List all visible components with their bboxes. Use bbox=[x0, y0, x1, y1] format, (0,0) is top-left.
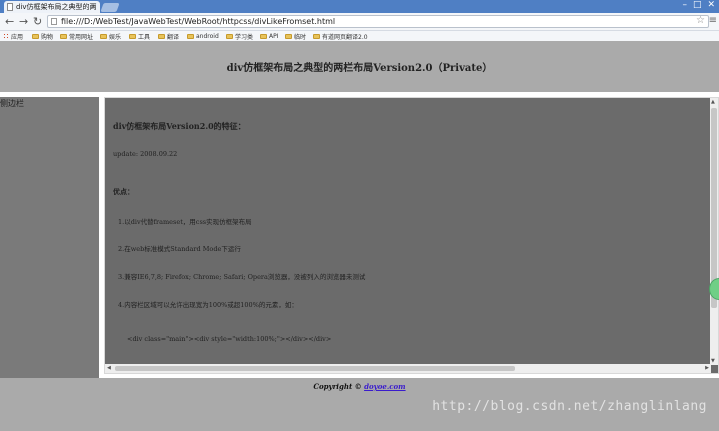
bookmark-label: 应用 bbox=[11, 33, 24, 41]
bookmark-folder[interactable]: 常用网址 bbox=[60, 32, 94, 41]
folder-icon bbox=[158, 33, 165, 39]
bookmark-folder[interactable]: 娱乐 bbox=[100, 32, 122, 41]
page-icon bbox=[51, 18, 57, 25]
list-item: 3.兼容IE6,7,8; Firefox; Chrome; Safari; Op… bbox=[118, 273, 366, 281]
folder-icon bbox=[100, 33, 107, 39]
minimize-icon[interactable]: – bbox=[682, 0, 687, 10]
window-controls: – □ ✕ bbox=[682, 0, 715, 10]
code-sample: <div class="main"><div style="width:100%… bbox=[127, 335, 332, 343]
bookmark-label: android bbox=[196, 32, 219, 40]
folder-icon bbox=[313, 33, 320, 39]
scroll-down-icon[interactable]: ▼ bbox=[711, 358, 715, 364]
scroll-left-icon[interactable]: ◀ bbox=[107, 365, 111, 371]
pros-label: 优点： bbox=[113, 187, 134, 196]
page-footer: Copyright © doyoe.com http://blog.csdn.n… bbox=[0, 378, 719, 431]
folder-icon bbox=[129, 33, 136, 39]
vertical-scrollbar[interactable]: ▲ ▼ bbox=[710, 98, 718, 365]
page-icon bbox=[7, 3, 13, 11]
horizontal-scrollbar[interactable]: ◀ ▶ bbox=[105, 364, 711, 373]
bookmark-folder[interactable]: API bbox=[260, 32, 279, 40]
scroll-up-icon[interactable]: ▲ bbox=[711, 99, 715, 105]
folder-icon bbox=[260, 33, 267, 39]
reload-icon[interactable]: ↻ bbox=[33, 15, 42, 28]
browser-toolbar: ← → ↻ file:///D:/WebTest/JavaWebTest/Web… bbox=[0, 13, 719, 31]
bookmark-folder[interactable]: 翻译 bbox=[158, 32, 180, 41]
close-window-icon[interactable]: ✕ bbox=[707, 0, 715, 10]
close-tab-icon[interactable]: × bbox=[90, 2, 97, 11]
maximize-icon[interactable]: □ bbox=[693, 0, 702, 10]
folder-icon bbox=[60, 33, 67, 39]
bookmark-star-icon[interactable]: ☆ bbox=[696, 15, 705, 26]
content-panel[interactable]: div仿框架布局Version2.0的特征： update: 2008.09.2… bbox=[104, 97, 719, 374]
folder-icon bbox=[285, 33, 292, 39]
bookmark-label: 有道网页翻译2.0 bbox=[322, 33, 368, 41]
url-text: file:///D:/WebTest/JavaWebTest/WebRoot/h… bbox=[61, 17, 336, 26]
scroll-thumb[interactable] bbox=[115, 366, 515, 371]
copyright: Copyright © doyoe.com bbox=[0, 382, 719, 391]
bookmark-label: 学习类 bbox=[235, 33, 254, 41]
bookmark-label: 临时 bbox=[294, 33, 307, 41]
back-icon[interactable]: ← bbox=[5, 15, 14, 28]
folder-icon bbox=[32, 33, 39, 39]
copyright-text: Copyright © bbox=[313, 382, 362, 391]
address-bar[interactable]: file:///D:/WebTest/JavaWebTest/WebRoot/h… bbox=[47, 15, 709, 28]
bookmark-folder[interactable]: 学习类 bbox=[226, 32, 254, 41]
apps-icon bbox=[3, 33, 9, 39]
update-text: update: 2008.09.22 bbox=[113, 150, 178, 158]
bookmark-apps[interactable]: 应用 bbox=[3, 32, 24, 41]
bookmark-folder[interactable]: 工具 bbox=[129, 32, 151, 41]
menu-icon[interactable]: ≡ bbox=[709, 15, 717, 26]
bookmark-folder[interactable]: 临时 bbox=[285, 32, 307, 41]
bookmark-folder[interactable]: 购物 bbox=[32, 32, 54, 41]
bookmark-label: 翻译 bbox=[167, 33, 180, 41]
new-tab-button[interactable] bbox=[100, 3, 120, 12]
footer-link[interactable]: doyoe.com bbox=[364, 382, 406, 391]
bookmark-label: 常用网址 bbox=[69, 33, 94, 41]
list-item: 4.内容栏区域可以允许出现宽为100%或超100%的元素，如： bbox=[118, 301, 298, 309]
browser-tab[interactable]: div仿框架布局之典型的两 × bbox=[4, 1, 100, 13]
bookmark-folder[interactable]: android bbox=[187, 32, 219, 40]
bookmark-label: 娱乐 bbox=[109, 33, 122, 41]
forward-icon[interactable]: → bbox=[19, 15, 28, 28]
page-viewport: div仿框架布局之典型的两栏布局Version2.0（Private） 侧边栏 … bbox=[0, 41, 719, 431]
page-header: div仿框架布局之典型的两栏布局Version2.0（Private） bbox=[0, 41, 719, 92]
bookmark-label: 购物 bbox=[41, 33, 54, 41]
list-item: 2.在web标准模式Standard Mode下运行 bbox=[118, 245, 241, 253]
scroll-right-icon[interactable]: ▶ bbox=[705, 365, 709, 371]
sidebar: 侧边栏 bbox=[0, 97, 99, 378]
list-item: 1.以div代替frameset，用css实现仿框架布局 bbox=[118, 218, 252, 226]
tab-title: div仿框架布局之典型的两 bbox=[16, 3, 97, 11]
page-title: div仿框架布局之典型的两栏布局Version2.0（Private） bbox=[226, 63, 493, 74]
bookmark-folder[interactable]: 有道网页翻译2.0 bbox=[313, 32, 368, 41]
sidebar-label: 侧边栏 bbox=[0, 99, 24, 108]
folder-icon bbox=[187, 33, 194, 39]
tab-strip: div仿框架布局之典型的两 × – □ ✕ bbox=[0, 0, 719, 13]
bookmark-label: API bbox=[269, 32, 279, 40]
bookmark-label: 工具 bbox=[138, 33, 151, 41]
folder-icon bbox=[226, 33, 233, 39]
watermark: http://blog.csdn.net/zhanglinlang bbox=[432, 399, 707, 414]
content-title: div仿框架布局Version2.0的特征： bbox=[113, 121, 246, 131]
